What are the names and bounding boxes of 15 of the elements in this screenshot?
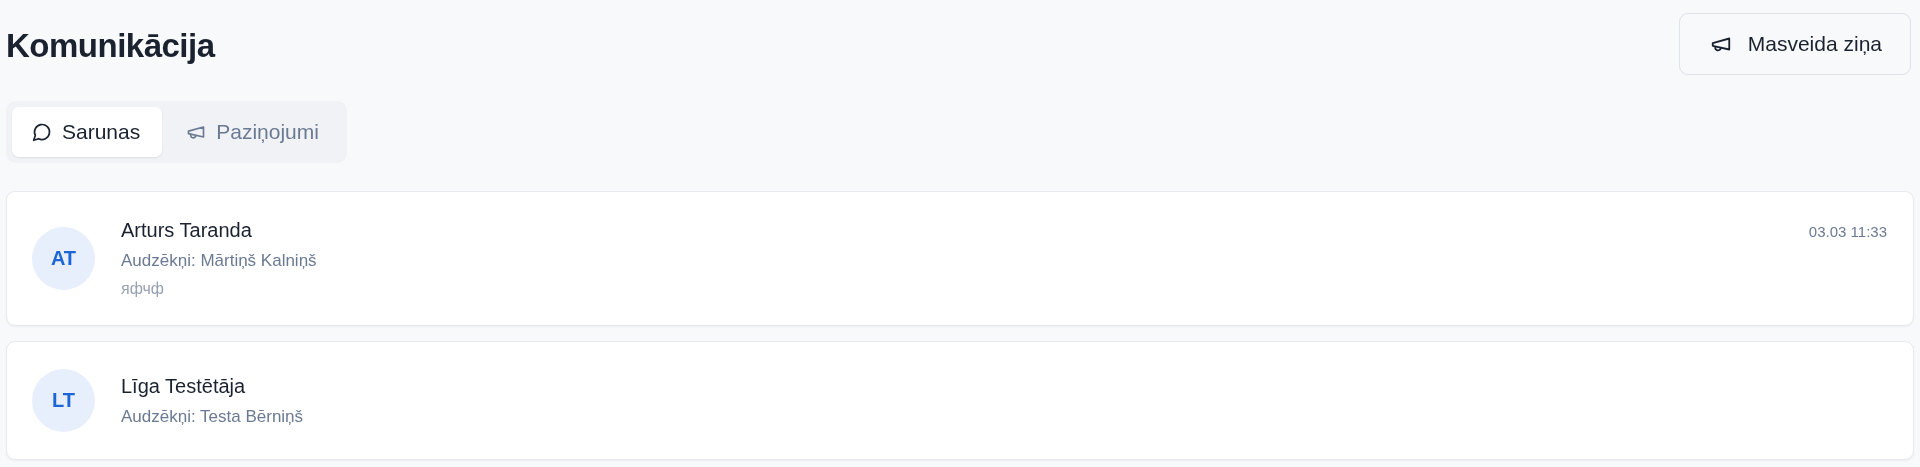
page-title: Komunikācija	[6, 27, 215, 65]
message-preview: яфчф	[121, 280, 165, 298]
student-list: Audzēkņi: Mārtiņš Kalniņš	[121, 251, 1895, 271]
avatar: AT	[32, 227, 95, 290]
avatar: LT	[32, 369, 95, 432]
mass-message-button[interactable]: Masveida ziņa	[1678, 13, 1911, 75]
message-time: 03.03 11:33	[1808, 223, 1887, 240]
conversation-card[interactable]: LT Līga Testētāja Audzēkņi: Testa Bērniņš	[6, 341, 1914, 460]
contact-name: Līga Testētāja	[121, 374, 246, 398]
tab[interactable]: Paziņojumi	[166, 107, 341, 157]
contact-name: Arturs Taranda	[121, 219, 252, 242]
student-list: Audzēkņi: Testa Bērniņš	[121, 406, 1895, 427]
tab[interactable]: Sarunas	[12, 107, 163, 157]
chat-icon	[32, 122, 52, 142]
conversation-card[interactable]: AT Arturs Taranda 03.03 11:33 Audzēkņi: Mārtiņš Kalniņš яфчф	[6, 191, 1914, 326]
